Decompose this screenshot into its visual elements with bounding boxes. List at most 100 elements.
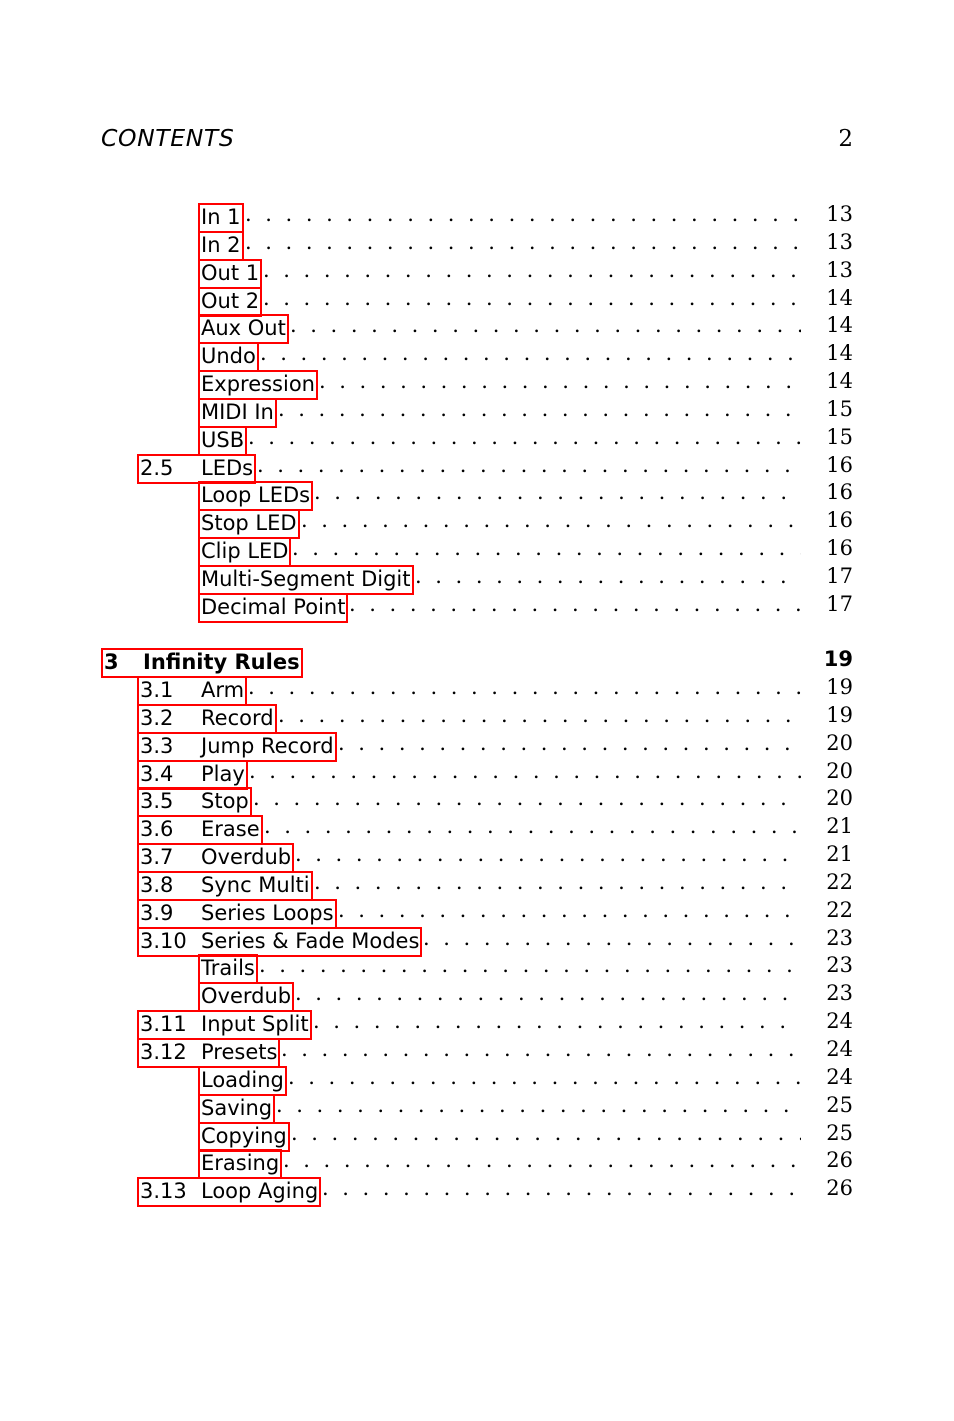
toc-entry[interactable]: Clip LED 16..............................… xyxy=(101,536,853,568)
toc-entry-page-number: 26 xyxy=(826,1148,853,1173)
toc-entry[interactable]: Out 2 14.................................… xyxy=(101,286,853,317)
toc-entry-page-number: 13 xyxy=(826,202,853,226)
toc-entry[interactable]: 3.9 Series Loops 22.......................… xyxy=(101,898,853,929)
toc-entry-page-number: 21 xyxy=(826,842,853,867)
toc-entry[interactable]: In 2 13..................................… xyxy=(101,230,853,261)
toc-entry[interactable]: Loading 24...............................… xyxy=(101,1065,853,1096)
toc-entry[interactable]: 3.13 Loop Aging 26........................… xyxy=(101,1176,853,1208)
toc-entry[interactable]: 3.10 Series & Fade Modes 23...............… xyxy=(101,925,853,957)
toc-entry[interactable]: Undo 14..................................… xyxy=(101,341,853,373)
toc-entry-annotation-box[interactable]: 3.1 Arm xyxy=(137,676,248,706)
toc-entry-annotation-box[interactable]: USB xyxy=(198,425,248,456)
toc-entry-annotation-box[interactable]: 3.7 Overdub xyxy=(137,843,295,874)
toc-entry[interactable]: Multi-Segment Digit 17...................… xyxy=(101,563,853,595)
toc-dot-leader: ........................................… xyxy=(264,814,801,839)
toc-entry-annotation-box[interactable]: 3.3 Jump Record xyxy=(137,731,337,762)
table-of-contents: In 1 13..................................… xyxy=(101,202,853,1208)
toc-entry[interactable]: 3.12 Presets 24...........................… xyxy=(101,1037,853,1068)
toc-entry[interactable]: 3.11 Input Split 24.......................… xyxy=(101,1009,853,1041)
toc-entry[interactable]: USB 15...................................… xyxy=(101,425,853,456)
toc-dot-leader: ........................................… xyxy=(415,563,801,588)
toc-entry[interactable]: 3.8 Sync Multi 22.........................… xyxy=(101,870,853,901)
toc-entry-annotation-box[interactable]: Stop LED xyxy=(198,509,300,540)
toc-entry[interactable]: 3.6 Erase 21..............................… xyxy=(101,814,853,846)
toc-entry[interactable]: Stop LED 16..............................… xyxy=(101,508,853,540)
toc-entry-annotation-box[interactable]: Trails xyxy=(198,954,258,985)
toc-entry-annotation-box[interactable]: 2.5 LEDs xyxy=(137,453,257,484)
toc-entry[interactable]: Trails 23................................… xyxy=(101,953,853,985)
toc-entry-annotation-box[interactable]: Saving xyxy=(198,1093,276,1124)
toc-entry-annotation-box[interactable]: 3.13 Loop Aging xyxy=(137,1177,322,1208)
toc-entry-label: Arm xyxy=(201,678,245,702)
toc-entry-number: 3.2 xyxy=(140,705,174,730)
toc-entry[interactable]: Loop LEDs 16.............................… xyxy=(101,480,853,512)
toc-entry-label: Loop Aging xyxy=(201,1179,319,1204)
toc-entry-label: Jump Record xyxy=(201,733,334,758)
toc-entry-label: Sync Multi xyxy=(201,872,310,897)
toc-entry-annotation-box[interactable]: Loading xyxy=(198,1065,287,1096)
toc-dot-leader: ........................................… xyxy=(301,508,801,533)
toc-dot-leader: ........................................… xyxy=(314,480,801,505)
toc-entry-annotation-box[interactable]: 3.5 Stop xyxy=(137,787,252,818)
toc-entry[interactable]: Out 1 13.................................… xyxy=(101,258,853,289)
toc-entry[interactable]: 2.5 LEDs 16...............................… xyxy=(101,453,853,484)
toc-entry-label: Loop LEDs xyxy=(201,483,311,508)
toc-entry[interactable]: Erasing 26...............................… xyxy=(101,1148,853,1180)
toc-entry-page-number: 14 xyxy=(826,313,853,338)
toc-entry-annotation-box[interactable]: 3.12 Presets xyxy=(137,1037,281,1068)
toc-entry-annotation-box[interactable]: 3.11 Input Split xyxy=(137,1010,312,1041)
toc-entry-annotation-box[interactable]: Clip LED xyxy=(198,537,292,568)
toc-entry-annotation-box[interactable]: 3.9 Series Loops xyxy=(137,898,337,929)
toc-entry[interactable]: 3.5 Stop 20...............................… xyxy=(101,786,853,818)
toc-entry-annotation-box[interactable]: In 1 xyxy=(198,203,244,233)
toc-entry-annotation-box[interactable]: Loop LEDs xyxy=(198,481,314,512)
toc-entry-label: Stop LED xyxy=(201,511,297,536)
toc-entry-number: 3.4 xyxy=(140,761,174,786)
toc-entry[interactable]: 3 Infinity Rules 19 xyxy=(101,647,853,679)
toc-entry[interactable]: Saving 25................................… xyxy=(101,1092,853,1124)
toc-entry-annotation-box[interactable]: 3.4 Play xyxy=(137,759,248,790)
toc-entry[interactable]: Overdub 23...............................… xyxy=(101,981,853,1013)
toc-entry-page-number: 23 xyxy=(826,925,853,950)
toc-entry-annotation-box[interactable]: Decimal Point xyxy=(198,592,349,623)
toc-entry[interactable]: Decimal Point 17.........................… xyxy=(101,592,853,623)
toc-entry-annotation-box[interactable]: In 2 xyxy=(198,230,244,261)
toc-entry-annotation-box[interactable]: 3.6 Erase xyxy=(137,815,263,846)
toc-entry-annotation-box[interactable]: Out 1 xyxy=(198,258,263,289)
toc-entry-annotation-box[interactable]: Copying xyxy=(198,1121,290,1152)
toc-entry-annotation-box[interactable]: Out 2 xyxy=(198,286,263,317)
toc-entry-annotation-box[interactable]: Undo xyxy=(198,342,259,373)
toc-entry[interactable]: 3.7 Overdub 21............................… xyxy=(101,842,853,874)
toc-entry-annotation-box[interactable]: MIDI In xyxy=(198,397,277,428)
toc-entry[interactable]: 3.4 Play 20...............................… xyxy=(101,758,853,790)
toc-entry-number: 3.12 xyxy=(140,1039,187,1064)
toc-entry[interactable]: Expression 14............................… xyxy=(101,369,853,401)
toc-entry-label: MIDI In xyxy=(201,399,274,424)
toc-entry-annotation-box[interactable]: Multi-Segment Digit xyxy=(198,564,414,595)
toc-entry-label: Erase xyxy=(201,817,260,842)
toc-entry-annotation-box[interactable]: 3.2 Record xyxy=(137,703,277,734)
toc-entry[interactable]: 3.1 Arm 19................................… xyxy=(101,675,853,706)
toc-dot-leader: ........................................… xyxy=(338,730,801,755)
toc-entry[interactable]: In 1 13..................................… xyxy=(101,202,853,233)
toc-entry[interactable]: 3.2 Record 19.............................… xyxy=(101,703,853,734)
toc-entry-annotation-box[interactable]: Erasing xyxy=(198,1149,283,1180)
toc-entry-page-number: 25 xyxy=(826,1092,853,1117)
toc-dot-leader: ........................................… xyxy=(319,369,801,394)
toc-dot-leader: ........................................… xyxy=(249,758,801,783)
toc-dot-leader: ........................................… xyxy=(290,313,801,338)
toc-entry-annotation-box[interactable]: Expression xyxy=(198,370,318,401)
running-header: CONTENTS 2 xyxy=(101,124,853,152)
toc-entry[interactable]: Copying 25...............................… xyxy=(101,1121,853,1152)
toc-entry[interactable]: Aux Out 14...............................… xyxy=(101,313,853,345)
toc-entry-annotation-box[interactable]: 3.10 Series & Fade Modes xyxy=(137,926,423,957)
toc-entry-annotation-box[interactable]: Overdub xyxy=(198,982,295,1013)
toc-entry[interactable]: 3.3 Jump Record 20........................… xyxy=(101,730,853,762)
toc-entry-page-number: 16 xyxy=(826,508,853,533)
toc-entry-annotation-box[interactable]: 3 Infinity Rules xyxy=(101,648,303,679)
toc-entry[interactable]: MIDI In 15...............................… xyxy=(101,397,853,428)
toc-entry-label: Loading xyxy=(201,1067,284,1092)
toc-entry-page-number: 16 xyxy=(826,536,853,561)
toc-entry-annotation-box[interactable]: 3.8 Sync Multi xyxy=(137,870,313,901)
toc-entry-annotation-box[interactable]: Aux Out xyxy=(198,314,289,345)
